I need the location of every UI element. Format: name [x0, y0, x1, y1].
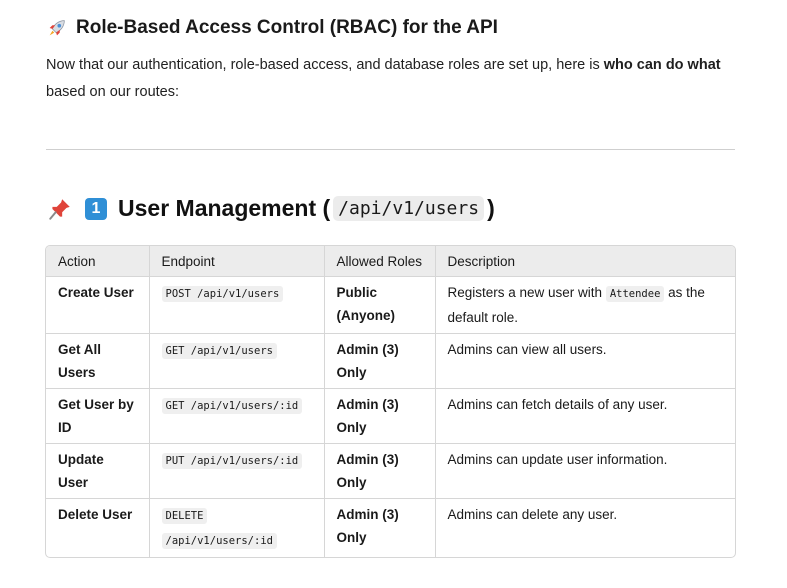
section-title-code: /api/v1/users [333, 196, 485, 221]
document-page: Role-Based Access Control (RBAC) for the… [0, 0, 787, 588]
table-row: Get All Users GET /api/v1/users Admin (3… [46, 333, 735, 389]
table-row: Get User by ID GET /api/v1/users/:id Adm… [46, 388, 735, 444]
cell-endpoint: DELETE/api/v1/users/:id [149, 498, 325, 557]
rocket-icon [49, 20, 65, 36]
cell-action: Create User [46, 276, 150, 334]
cell-endpoint: POST /api/v1/users [149, 276, 325, 334]
endpoint-code: DELETE [161, 508, 208, 524]
cell-action: Delete User [46, 498, 150, 557]
section-title: User Management ( [118, 195, 331, 221]
cell-description: Admins can delete any user. [447, 507, 618, 522]
cell-endpoint: GET /api/v1/users/:id [149, 388, 325, 444]
intro-bold-text: who can do what [603, 57, 721, 73]
section-heading-user-management: 1 User Management (/api/v1/users) [47, 195, 495, 222]
cell-roles: Public (Anyone) [324, 276, 436, 334]
description-text: Registers a new user with [447, 285, 606, 300]
intro-text: Now that our authentication, role-based … [46, 57, 604, 73]
intro-paragraph: Now that our authentication, role-based … [46, 52, 746, 106]
table-row: Update User PUT /api/v1/users/:id Admin … [46, 443, 735, 499]
cell-description: Admins can update user information. [435, 443, 735, 499]
column-header-action: Action [46, 246, 150, 277]
endpoint-code: PUT /api/v1/users/:id [161, 453, 303, 469]
cell-action: Update User [46, 443, 150, 499]
pushpin-icon [49, 198, 70, 220]
cell-roles: Admin (3) Only [324, 388, 436, 444]
cell-description: Admins can fetch details of any user. [435, 388, 735, 444]
cell-roles: Admin (3) Only [324, 498, 436, 557]
cell-action: Get User by ID [46, 388, 150, 444]
table-row: Delete User DELETE/api/v1/users/:id Admi… [46, 498, 735, 557]
table-header-row: Action Endpoint Allowed Roles Descriptio… [46, 246, 735, 277]
column-header-description: Description [435, 246, 735, 277]
rbac-table: Action Endpoint Allowed Roles Descriptio… [45, 245, 736, 558]
intro-suffix: based on our routes: [46, 84, 180, 100]
cell-roles: Admin (3) Only [324, 333, 436, 389]
horizontal-divider [46, 149, 735, 150]
endpoint-code: POST /api/v1/users [161, 286, 284, 302]
role-code: Attendee [605, 286, 665, 302]
cell-description: Admins can view all users. [435, 333, 735, 389]
section-heading-rbac: Role-Based Access Control (RBAC) for the… [46, 17, 498, 39]
column-header-endpoint: Endpoint [149, 246, 325, 277]
section-title-close: ) [487, 195, 495, 221]
cell-action: Get All Users [46, 333, 150, 389]
page-title: Role-Based Access Control (RBAC) for the… [76, 17, 498, 38]
endpoint-code: GET /api/v1/users [161, 343, 277, 359]
column-header-allowed-roles: Allowed Roles [324, 246, 436, 277]
cell-endpoint: GET /api/v1/users [149, 333, 325, 389]
endpoint-code: GET /api/v1/users/:id [161, 398, 303, 414]
keycap-1-icon: 1 [85, 197, 107, 220]
cell-description: Registers a new user with Attendee as th… [435, 276, 735, 334]
cell-roles: Admin (3) Only [324, 443, 436, 499]
table-row: Create User POST /api/v1/users Public (A… [46, 276, 735, 334]
cell-endpoint: PUT /api/v1/users/:id [149, 443, 325, 499]
endpoint-code: /api/v1/users/:id [161, 533, 277, 549]
